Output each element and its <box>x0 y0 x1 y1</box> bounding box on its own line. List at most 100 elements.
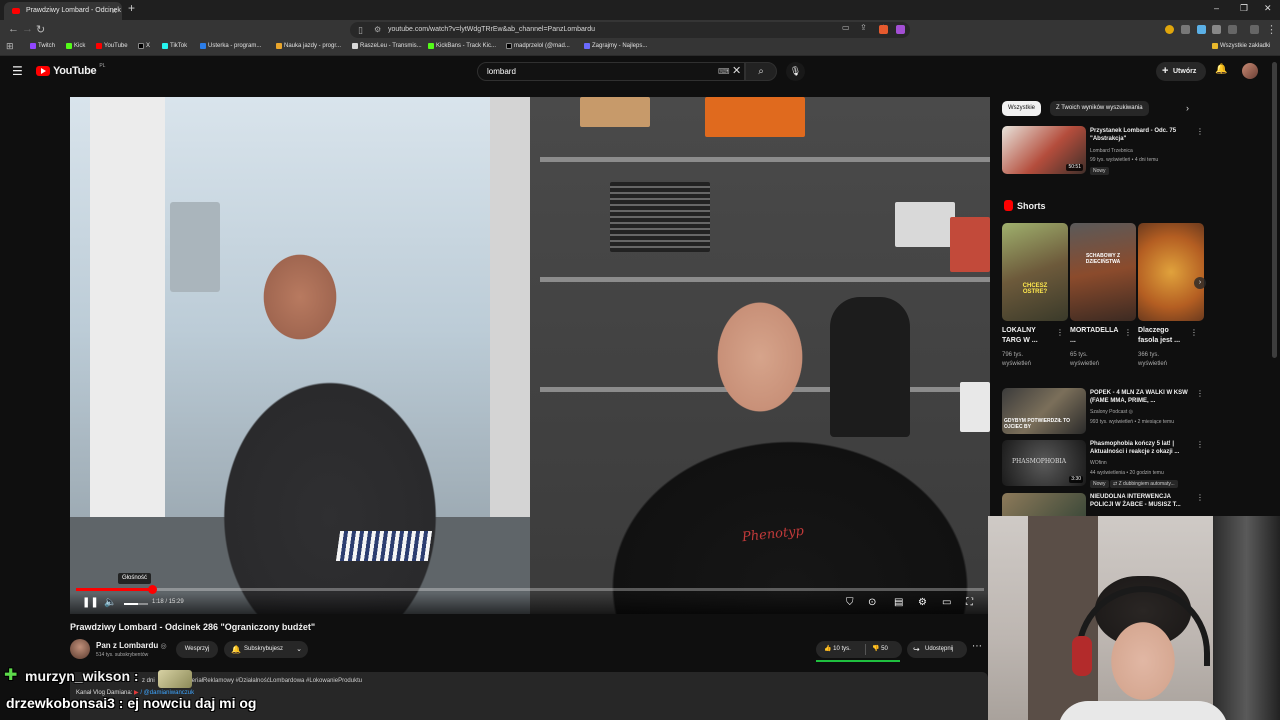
video-thumbnail[interactable]: 50:51 <box>1002 126 1086 174</box>
browser-tab[interactable]: Prawdziwy Lombard - Odcinek × <box>4 2 122 20</box>
close-window-icon[interactable]: ✕ <box>1264 3 1272 14</box>
browser-menu-icon[interactable]: ⋮ <box>1266 23 1277 36</box>
voice-search-mic-icon[interactable]: 🎙 <box>786 62 805 81</box>
video-title-link[interactable]: POPEK - 4 MLN ZA WALKI W KSW (FAME MMA, … <box>1090 389 1194 405</box>
video-thumbnail[interactable]: GDYBYM POTWIERDZIŁ TO OJCIEC BY <box>1002 388 1086 434</box>
more-options-icon[interactable]: ⋮ <box>1196 493 1204 502</box>
fullscreen-icon[interactable]: ⛶ <box>966 597 973 608</box>
description-hashtags[interactable]: teriałReklamowy #DziałalnośćLombardowa #… <box>190 678 362 684</box>
video-channel[interactable]: Lombard Trzebnica <box>1090 148 1133 155</box>
bookmark-x[interactable]: X <box>138 43 150 49</box>
chip-all[interactable]: Wszystkie <box>1002 101 1041 116</box>
video-title-link[interactable]: Przystanek Lombard - Odc. 75 "Abstrakcja… <box>1090 127 1192 143</box>
reload-icon[interactable]: ↻ <box>36 23 45 36</box>
like-button[interactable]: 👍 10 tys. <box>824 641 851 658</box>
bookmark-icon[interactable]: ▯ <box>358 22 363 38</box>
keyboard-icon[interactable]: ⌨ <box>718 67 730 76</box>
sponsor-shield-icon[interactable]: ⛉ <box>846 597 854 608</box>
volume-slider[interactable] <box>124 603 148 605</box>
short-title[interactable]: MORTADELLA ... <box>1070 326 1122 346</box>
create-button[interactable]: + Utwórz <box>1156 62 1206 81</box>
dislike-button[interactable]: 👎 50 <box>872 641 888 658</box>
restore-icon[interactable]: ❐ <box>1240 3 1248 14</box>
extension-icon-2[interactable] <box>1181 25 1190 34</box>
bookmark-youtube[interactable]: YouTube <box>96 43 128 49</box>
bookmark-nauka-jazdy[interactable]: Nauka jazdy - progr... <box>276 43 341 49</box>
support-button[interactable]: Wesprzyj <box>176 641 218 658</box>
subtitles-icon[interactable]: ▤ <box>894 597 903 608</box>
brave-shield-icon[interactable] <box>879 25 888 34</box>
search-button[interactable]: ⌕ <box>745 62 777 81</box>
apps-grid-icon[interactable]: ⊞ <box>6 41 14 52</box>
orange-box <box>705 97 805 137</box>
page-scrollbar[interactable] <box>1272 62 1277 358</box>
bookmark-twitch[interactable]: Twitch <box>30 43 55 49</box>
browser-toolbar: ← → ↻ ▯ ⚙ youtube.com/watch?v=lytWdgTRrE… <box>0 20 1280 40</box>
volume-icon[interactable]: 🔈 <box>104 597 116 608</box>
address-bar[interactable]: ▯ ⚙ youtube.com/watch?v=lytWdgTRrEw&ab_c… <box>350 22 910 38</box>
more-options-icon[interactable]: ⋮ <box>1190 328 1198 337</box>
extensions-puzzle-icon[interactable] <box>1212 25 1221 34</box>
clothes-rack <box>1213 516 1280 720</box>
short-title[interactable]: Dlaczego fasola jest ... <box>1138 326 1190 346</box>
media-icon[interactable] <box>1250 25 1259 34</box>
shorts-next-chevron-icon[interactable]: › <box>1194 277 1206 289</box>
sidebar-icon[interactable] <box>1228 25 1237 34</box>
back-arrow-icon[interactable]: ← <box>8 23 19 35</box>
cast-icon[interactable]: ▭ <box>842 23 850 32</box>
bookmark-usterka[interactable]: Usterka - program... <box>200 43 261 49</box>
video-title-link[interactable]: NIEUDOLNA INTERWENCJA POLICJI W ŻABCE - … <box>1090 493 1194 509</box>
bookmark-kick[interactable]: Kick <box>66 43 85 49</box>
short-thumbnail[interactable] <box>1138 223 1204 321</box>
video-channel[interactable]: Szalony Podcast ◎ <box>1090 409 1133 416</box>
bookmark-madprzelol[interactable]: madprzelol (@mad... <box>506 43 570 49</box>
clear-search-icon[interactable]: ✕ <box>732 64 741 77</box>
hamburger-menu-icon[interactable]: ☰ <box>12 64 23 78</box>
subscribed-button[interactable]: 🔔 Subskrybujesz ⌄ <box>224 641 308 658</box>
new-tab-plus-icon[interactable]: + <box>128 1 135 15</box>
more-options-icon[interactable]: ⋮ <box>1124 328 1132 337</box>
pause-icon[interactable]: ❚❚ <box>82 597 99 608</box>
forward-arrow-icon[interactable]: → <box>22 23 33 35</box>
more-options-icon[interactable]: ⋮ <box>1056 328 1064 337</box>
more-options-icon[interactable]: ⋮ <box>1196 389 1204 398</box>
chevron-right-icon[interactable]: › <box>1186 103 1189 113</box>
search-input[interactable]: lombard <box>477 62 745 81</box>
more-options-icon[interactable]: ⋮ <box>1196 440 1204 449</box>
short-views: 65 tys. <box>1070 352 1088 358</box>
more-options-icon[interactable]: ⋮ <box>1196 127 1204 136</box>
extension-icon[interactable] <box>896 25 905 34</box>
theater-mode-icon[interactable]: ▭ <box>942 597 951 608</box>
progress-bar[interactable] <box>76 585 984 594</box>
tab-close-icon[interactable]: × <box>112 2 117 20</box>
video-thumbnail[interactable] <box>1002 493 1086 516</box>
youtube-logo[interactable]: YouTube PL <box>36 63 105 77</box>
short-thumbnail[interactable]: CHCESZ OSTRE? <box>1002 223 1068 321</box>
video-thumbnail[interactable]: PHASMOPHOBIA 3:30 <box>1002 440 1086 486</box>
video-title-link[interactable]: Phasmophobia kończy 5 lat! | Aktualności… <box>1090 440 1194 456</box>
video-player[interactable]: Phenotyp Głośność ❚❚ 🔈 1:18 / 15:29 ⛉ ⊙ … <box>70 97 990 614</box>
share-button[interactable]: ↪ Udostępnij <box>907 641 967 658</box>
bookmark-zagrajmy[interactable]: Zagrajmy - Najleps... <box>584 43 647 49</box>
extension-coin-icon[interactable] <box>1165 25 1174 34</box>
tab-title: Prawdziwy Lombard - Odcinek <box>26 7 121 14</box>
minimize-icon[interactable]: – <box>1214 3 1219 13</box>
settings-gear-icon[interactable]: ⚙ <box>918 597 927 608</box>
bookmark-kickbans[interactable]: KickBans - Track Kic... <box>428 43 496 49</box>
all-bookmarks[interactable]: Wszystkie zakładki <box>1212 43 1270 49</box>
short-title[interactable]: LOKALNY TARG W ... <box>1002 326 1054 346</box>
short-thumbnail[interactable]: SCHABOWY Z DZIECIŃSTWA <box>1070 223 1136 321</box>
extension-icon-3[interactable] <box>1197 25 1206 34</box>
autoplay-toggle-icon[interactable]: ⊙ <box>868 597 876 608</box>
share-page-icon[interactable]: ⇪ <box>860 23 867 32</box>
video-channel[interactable]: WOfinn <box>1090 460 1107 467</box>
bookmark-raszeleu[interactable]: RaszeLeu - Transmis... <box>352 43 422 49</box>
channel-avatar[interactable] <box>70 639 90 659</box>
channel-name[interactable]: Pan z Lombardu ◎ <box>96 641 167 650</box>
site-settings-icon[interactable]: ⚙ <box>374 22 381 38</box>
bookmark-tiktok[interactable]: TikTok <box>162 43 187 49</box>
chip-from-search[interactable]: Z Twoich wyników wyszukiwania <box>1050 101 1149 116</box>
user-avatar[interactable] <box>1242 63 1258 79</box>
notifications-bell-icon[interactable]: 🔔 <box>1215 64 1227 75</box>
more-actions-icon[interactable]: ⋯ <box>972 641 982 652</box>
